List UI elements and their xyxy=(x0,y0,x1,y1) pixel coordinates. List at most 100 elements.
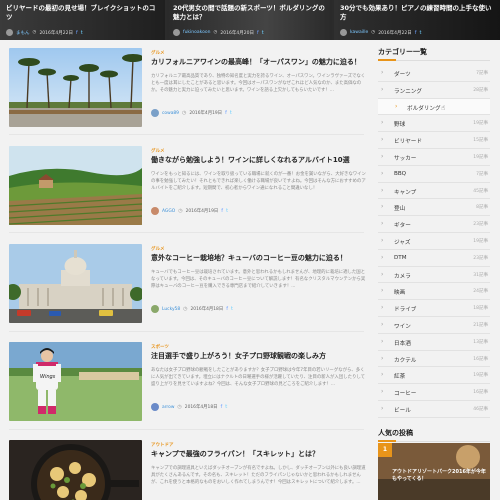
category-item[interactable]: › 登山 8記事 xyxy=(378,199,490,217)
facebook-icon[interactable]: f xyxy=(76,30,78,36)
chevron-right-icon: › xyxy=(381,169,384,177)
featured-author[interactable]: kawaille xyxy=(350,30,368,35)
article-thumbnail[interactable] xyxy=(9,146,142,225)
article-title[interactable]: 注目選手で盛り上がろう！女子プロ野球観戦の楽しみ方 xyxy=(151,352,366,361)
article-category[interactable]: グルメ xyxy=(151,50,165,56)
category-item-sub[interactable]: › ボルダリング ☝ xyxy=(378,98,490,116)
clock-icon: ◷ xyxy=(181,110,187,116)
category-name[interactable]: 映画 xyxy=(394,288,405,296)
article-title[interactable]: カリフォルニアワインの最高峰！「オーパスワン」の魅力に迫る！ xyxy=(151,58,366,67)
article-title[interactable]: キャンプで最強のフライパン！「スキレット」とは？ xyxy=(151,450,366,459)
category-item[interactable]: › ランニング 28記事 xyxy=(378,82,490,99)
category-name[interactable]: ビール xyxy=(394,406,411,414)
twitter-icon[interactable]: t xyxy=(230,110,232,116)
twitter-icon[interactable]: t xyxy=(225,404,227,410)
category-item[interactable]: › ギター 23記事 xyxy=(378,216,490,233)
category-item[interactable]: › 紅茶 19記事 xyxy=(378,367,490,385)
category-item[interactable]: › カクテル 16記事 xyxy=(378,351,490,368)
article-category[interactable]: グルメ xyxy=(151,246,165,252)
article-thumbnail[interactable]: Wings xyxy=(9,342,142,421)
category-name[interactable]: BBQ xyxy=(394,171,406,177)
featured-title[interactable]: 20代男女の間で話題の新スポーツ！ボルダリングの魅力とは？ xyxy=(173,4,328,22)
category-item[interactable]: › ビリヤード 15記事 xyxy=(378,132,490,149)
article-card: アウトドア キャンプで最強のフライパン！「スキレット」とは？ キャンプでの調理道… xyxy=(9,440,366,500)
sidebar: カテゴリー一覧 › ダーツ 7記事 › ランニング 28記事 › ボルダリング ☝ › 野球 1… xyxy=(378,47,490,418)
category-name[interactable]: 紅茶 xyxy=(394,372,405,380)
category-item[interactable]: › 映画 24記事 xyxy=(378,283,490,301)
facebook-icon[interactable]: f xyxy=(226,306,228,312)
category-item[interactable]: › DTM 23記事 xyxy=(378,250,490,267)
category-name[interactable]: ギター xyxy=(394,221,411,229)
article-thumbnail[interactable] xyxy=(9,244,142,323)
twitter-icon[interactable]: t xyxy=(231,306,233,312)
featured-title[interactable]: 30分でも効果あり！ピアノの練習時間の上手な使い方 xyxy=(340,4,496,22)
page: ビリヤードの最初の見せ場！ブレイクショットのコツ まもん ◷ 2016年4月22… xyxy=(0,0,500,500)
category-item[interactable]: › キャンプ 45記事 xyxy=(378,183,490,200)
facebook-icon[interactable]: f xyxy=(257,30,259,36)
popular-post-title[interactable]: アウトドアリゾートパーク2016年が今年もやってくる！ xyxy=(392,469,487,483)
category-count: 24記事 xyxy=(473,289,488,295)
category-name[interactable]: ビリヤード xyxy=(394,137,422,145)
category-item[interactable]: › BBQ 7記事 xyxy=(378,166,490,183)
category-item[interactable]: › 日本酒 13記事 xyxy=(378,334,490,351)
featured-date: 2016年4月20日 xyxy=(220,30,254,36)
category-name[interactable]: DTM xyxy=(394,255,407,261)
category-name[interactable]: ボルダリング xyxy=(407,104,441,112)
category-item[interactable]: › ドライブ 18記事 xyxy=(378,300,490,317)
category-name[interactable]: ワイン xyxy=(394,322,411,330)
article-card: グルメ 意外なコーヒー栽培地？キューバのコーヒー豆の魅力に迫る！ キューバでもコ… xyxy=(9,244,366,324)
category-name[interactable]: キャンプ xyxy=(394,188,416,196)
category-item[interactable]: › ダーツ 7記事 xyxy=(378,65,490,82)
chevron-right-icon: › xyxy=(381,337,384,345)
category-item[interactable]: › コーヒー 16記事 xyxy=(378,384,490,401)
featured-post-2[interactable]: 20代男女の間で話題の新スポーツ！ボルダリングの魅力とは？ fukinoakoo… xyxy=(167,0,332,40)
category-name[interactable]: ドライブ xyxy=(394,305,416,313)
article-title[interactable]: 意外なコーヒー栽培地？キューバのコーヒー豆の魅力に迫る！ xyxy=(151,254,366,263)
category-count: 16記事 xyxy=(473,390,488,396)
facebook-icon[interactable]: f xyxy=(225,110,227,116)
article-title[interactable]: 働きながら勉強しよう！ワインに詳しくなれるアルバイト10選 xyxy=(151,156,366,165)
article-thumbnail[interactable] xyxy=(9,48,142,127)
avatar xyxy=(151,305,159,313)
article-author[interactable]: arrow xyxy=(162,405,174,410)
category-item[interactable]: › ジャズ 19記事 xyxy=(378,233,490,250)
article-thumbnail[interactable] xyxy=(9,440,142,500)
category-item[interactable]: › 野球 19記事 xyxy=(378,115,490,133)
popular-post-card[interactable]: 1 アウトドアリゾートパーク2016年が今年もやってくる！ xyxy=(378,443,490,500)
chevron-right-icon: › xyxy=(381,152,384,160)
featured-post-1[interactable]: ビリヤードの最初の見せ場！ブレイクショットのコツ まもん ◷ 2016年4月22… xyxy=(0,0,165,40)
article-category[interactable]: グルメ xyxy=(151,148,165,154)
category-name[interactable]: ジャズ xyxy=(394,238,411,246)
featured-author[interactable]: まもん xyxy=(16,30,30,36)
category-item[interactable]: › ワイン 21記事 xyxy=(378,317,490,334)
featured-post-3[interactable]: 30分でも効果あり！ピアノの練習時間の上手な使い方 kawaille ◷ 201… xyxy=(334,0,500,40)
twitter-icon[interactable]: t xyxy=(420,30,422,36)
facebook-icon[interactable]: f xyxy=(415,30,417,36)
category-name[interactable]: 日本酒 xyxy=(394,339,411,347)
category-name[interactable]: 登山 xyxy=(394,204,405,212)
facebook-icon[interactable]: f xyxy=(221,208,223,214)
article-category[interactable]: スポーツ xyxy=(151,344,169,350)
category-list: › ダーツ 7記事 › ランニング 28記事 › ボルダリング ☝ › 野球 19記事 › ビリヤ… xyxy=(378,65,490,418)
article-category[interactable]: アウトドア xyxy=(151,442,174,448)
category-name[interactable]: コーヒー xyxy=(394,389,416,397)
featured-author[interactable]: fukinoakoon xyxy=(183,30,210,35)
category-item[interactable]: › カメラ 31記事 xyxy=(378,267,490,284)
category-item[interactable]: › ビール 46記事 xyxy=(378,401,490,418)
facebook-icon[interactable]: f xyxy=(221,404,223,410)
twitter-icon[interactable]: t xyxy=(226,208,228,214)
category-name[interactable]: 野球 xyxy=(394,120,405,128)
twitter-icon[interactable]: t xyxy=(81,30,83,36)
category-name[interactable]: ダーツ xyxy=(394,70,411,78)
category-item[interactable]: › サッカー 19記事 xyxy=(378,149,490,166)
article-author[interactable]: AGGO xyxy=(162,209,175,214)
category-name[interactable]: ランニング xyxy=(394,87,422,95)
category-name[interactable]: サッカー xyxy=(394,154,416,162)
article-author[interactable]: Lucky58 xyxy=(162,307,180,312)
twitter-icon[interactable]: t xyxy=(262,30,264,36)
category-name[interactable]: カメラ xyxy=(394,272,411,280)
featured-title[interactable]: ビリヤードの最初の見せ場！ブレイクショットのコツ xyxy=(6,4,161,22)
category-count: 23記事 xyxy=(473,255,488,261)
article-author[interactable]: cowa89 xyxy=(162,111,179,116)
category-name[interactable]: カクテル xyxy=(394,356,416,364)
